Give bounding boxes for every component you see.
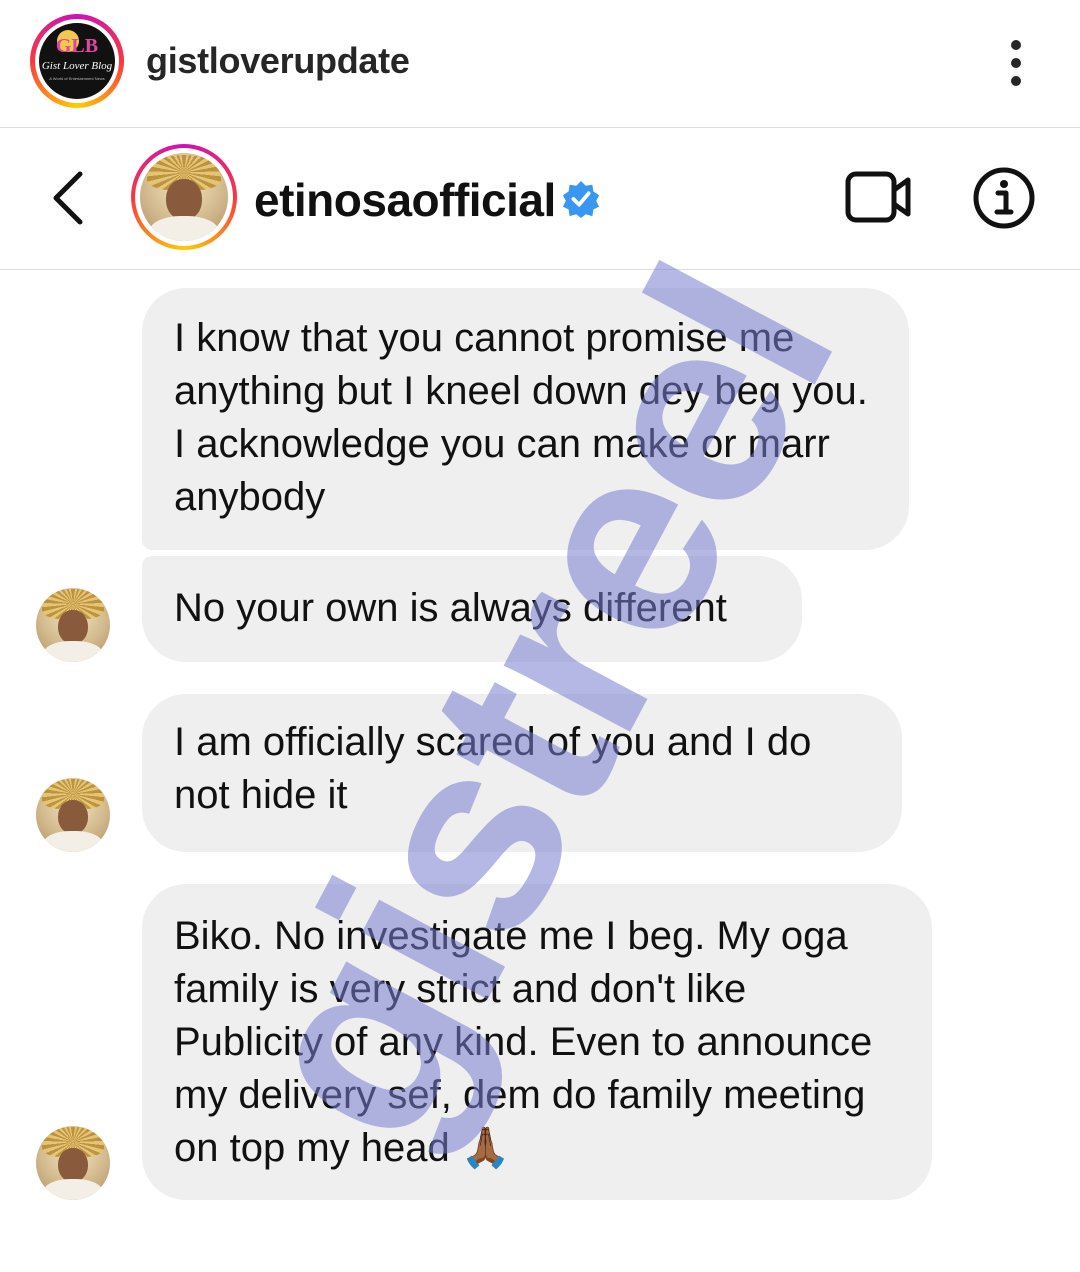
message-bubble[interactable]: I know that you cannot promise me anythi… <box>142 288 909 550</box>
info-icon[interactable] <box>972 166 1036 230</box>
dm-username[interactable]: etinosaofficial <box>254 173 556 227</box>
sender-avatar[interactable] <box>36 1126 110 1200</box>
sender-avatar[interactable] <box>36 588 110 662</box>
video-call-icon[interactable] <box>844 168 914 226</box>
dm-header: etinosaofficial <box>0 128 1080 270</box>
verified-badge-icon <box>562 180 600 218</box>
message-bubble[interactable]: I am officially scared of you and I do n… <box>142 694 902 852</box>
dm-avatar[interactable] <box>131 144 237 250</box>
logo-tagline: A World of Entertainment News <box>49 76 105 81</box>
logo-name: Gist Lover Blog <box>41 60 113 72</box>
sender-avatar[interactable] <box>36 778 110 852</box>
post-avatar[interactable]: GLB Gist Lover Blog A World of Entertain… <box>30 14 124 108</box>
message-bubble[interactable]: No your own is always different <box>142 556 802 662</box>
more-vertical-icon[interactable] <box>1006 40 1026 86</box>
post-header: GLB Gist Lover Blog A World of Entertain… <box>0 0 1080 128</box>
message-bubble[interactable]: Biko. No investigate me I beg. My oga fa… <box>142 884 932 1200</box>
post-username[interactable]: gistloverupdate <box>146 40 410 82</box>
chevron-left-icon[interactable] <box>48 168 88 228</box>
logo-mark: GLB <box>55 35 99 57</box>
gist-lover-blog-logo: GLB Gist Lover Blog A World of Entertain… <box>39 23 115 99</box>
profile-photo <box>140 153 228 241</box>
